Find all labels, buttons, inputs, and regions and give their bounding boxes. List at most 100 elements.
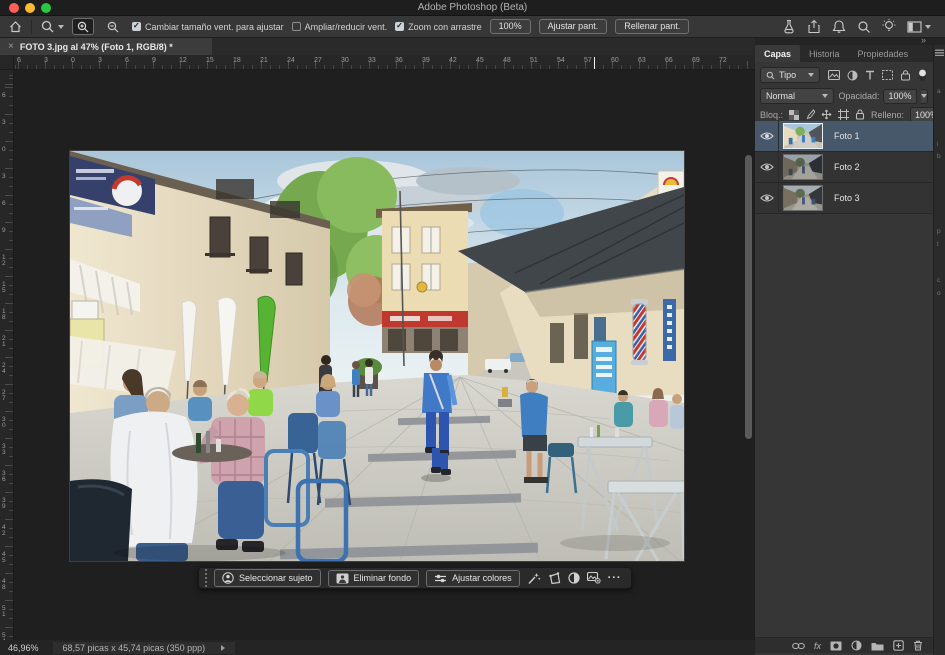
layer-row-foto-2[interactable]: Foto 2 [755,152,933,183]
status-expander-icon[interactable] [221,645,225,651]
tab-propiedades[interactable]: Propiedades [849,45,918,62]
contextual-task-bar[interactable]: Seleccionar sujeto Eliminar fondo Ajusta… [198,567,632,589]
remove-background-button[interactable]: Eliminar fondo [328,570,420,587]
status-document-size[interactable]: 68,57 picas x 45,74 picas (350 ppp) [53,642,236,654]
lock-position-icon[interactable] [821,109,832,120]
tool-options-bar: Cambiar tamaño vent. para ajustar Amplia… [0,16,945,38]
checkbox-resize-window-to-fit[interactable]: Cambiar tamaño vent. para ajustar [132,22,284,32]
panel-menu-icon[interactable] [935,49,944,57]
tab-historia[interactable]: Historia [800,45,849,62]
vertical-scrollbar[interactable] [745,155,752,439]
adjustments-icon[interactable] [568,572,580,584]
layer-row-foto-3[interactable]: Foto 3 [755,183,933,214]
link-layers-icon[interactable] [792,642,805,650]
layer-thumbnail[interactable] [783,185,823,211]
opacity-label: Opacidad: [838,91,879,101]
canvas-photo[interactable] [70,151,684,561]
lock-pixels-brush-icon[interactable] [805,109,815,120]
layers-panel: Capas Historia Propiedades Tipo Normal [755,45,933,655]
layer-name[interactable]: Foto 1 [834,131,860,141]
checkbox-scrubby-zoom[interactable]: Zoom con arrastre [395,22,482,32]
collapse-panels-icon[interactable]: » [921,35,925,45]
status-zoom-level[interactable]: 46,96% [8,643,39,653]
layer-filter-dropdown[interactable]: Tipo [760,67,820,83]
checkbox-zoom-all-windows[interactable]: Ampliar/reducir vent. [292,22,388,32]
adjust-colors-label: Ajustar colores [452,574,512,583]
document-tab[interactable]: × FOTO 3.jpg al 47% (Foto 1, RGB/8) * [0,38,212,55]
ruler-horizontal[interactable]: 6303691215182124273033363942454851545760… [0,55,755,70]
search-icon[interactable] [857,20,871,34]
minimize-window-button[interactable] [25,3,35,13]
filter-adjustment-layers-icon[interactable] [847,70,858,81]
new-adjustment-layer-icon[interactable] [851,640,862,651]
visibility-eye-icon[interactable] [755,152,779,183]
home-icon[interactable] [8,19,23,34]
document-tab-strip: × FOTO 3.jpg al 47% (Foto 1, RGB/8) * [0,38,755,55]
transform-icon[interactable] [548,572,561,585]
layer-name[interactable]: Foto 2 [834,162,860,172]
share-icon[interactable] [807,19,821,34]
opacity-value[interactable]: 100% [883,89,916,104]
blend-mode-row: Normal Opacidad: 100% [755,87,933,105]
generative-wand-icon[interactable] [527,572,541,585]
layer-thumbnail[interactable] [783,123,823,149]
chevron-down-icon [822,94,828,98]
blend-mode-value: Normal [766,91,795,101]
search-icon [766,71,775,80]
discover-lightbulb-icon[interactable] [882,19,896,34]
image-settings-icon[interactable] [587,572,601,584]
zoom-window-button[interactable] [41,3,51,13]
zoom-in-button[interactable] [72,18,94,35]
titlebar: Adobe Photoshop (Beta) [0,0,945,16]
filter-smart-object-icon[interactable] [900,70,911,81]
new-group-folder-icon[interactable] [871,641,884,651]
layer-name[interactable]: Foto 3 [834,193,860,203]
visibility-eye-icon[interactable] [755,183,779,214]
notifications-bell-icon[interactable] [832,19,846,34]
layer-filter-row: Tipo [755,64,933,86]
ruler-origin-corner[interactable] [0,55,14,70]
layer-thumbnail[interactable] [783,154,823,180]
fit-screen-button[interactable]: Ajustar pant. [539,19,608,34]
layers-list: Foto 1 Foto 2 Foto 3 [755,121,933,214]
filter-label: Tipo [779,70,796,80]
ruler-vertical[interactable]: 96303691 21 51 82 12 42 73 03 33 63 94 2… [0,70,14,640]
filter-pixel-layers-icon[interactable] [828,70,840,80]
lock-artboard-icon[interactable] [838,109,849,120]
taskbar-drag-handle-icon[interactable] [205,569,207,587]
tab-capas[interactable]: Capas [755,45,800,62]
blend-mode-select[interactable]: Normal [760,88,834,104]
delete-layer-trash-icon[interactable] [913,640,923,651]
fill-screen-button[interactable]: Rellenar pant. [615,19,689,34]
chevron-down-icon [925,25,931,29]
add-layer-mask-icon[interactable] [830,641,842,651]
zoom-tool-selector[interactable] [40,19,64,34]
fill-label: Relleno: [871,110,904,120]
visibility-eye-icon[interactable] [755,121,779,152]
workspace-switcher[interactable] [907,21,931,33]
lock-label: Bloq.: [760,110,783,120]
status-bar: 46,96% 68,57 picas x 45,74 picas (350 pp… [0,640,755,655]
zoom-out-button[interactable] [102,18,124,35]
zoom-100-button[interactable]: 100% [490,19,531,34]
chevron-down-icon [808,73,814,77]
taskbar-more-options[interactable]: ··· [608,572,622,584]
select-subject-button[interactable]: Seleccionar sujeto [214,569,321,587]
lock-all-icon[interactable] [855,109,865,120]
opacity-dropdown-button[interactable] [921,89,929,104]
close-window-button[interactable] [9,3,19,13]
layers-panel-footer: fx [755,637,933,653]
layer-row-foto-1[interactable]: Foto 1 [755,121,933,152]
filter-toggle-switch[interactable] [917,69,928,82]
beta-feedback-icon[interactable] [782,19,796,34]
filter-shape-layers-icon[interactable] [882,70,893,80]
new-layer-icon[interactable] [893,640,904,651]
collapsed-dock-edge[interactable]: a i b p t c o [933,45,945,655]
layer-effects-icon[interactable]: fx [814,641,821,651]
close-tab-icon[interactable]: × [8,42,14,52]
filter-type-layers-icon[interactable] [865,70,875,80]
adjust-colors-button[interactable]: Ajustar colores [426,570,520,587]
lock-transparency-icon[interactable] [789,110,799,120]
document-size-text: 68,57 picas x 45,74 picas (350 ppp) [63,643,206,653]
select-subject-label: Seleccionar sujeto [239,574,313,583]
